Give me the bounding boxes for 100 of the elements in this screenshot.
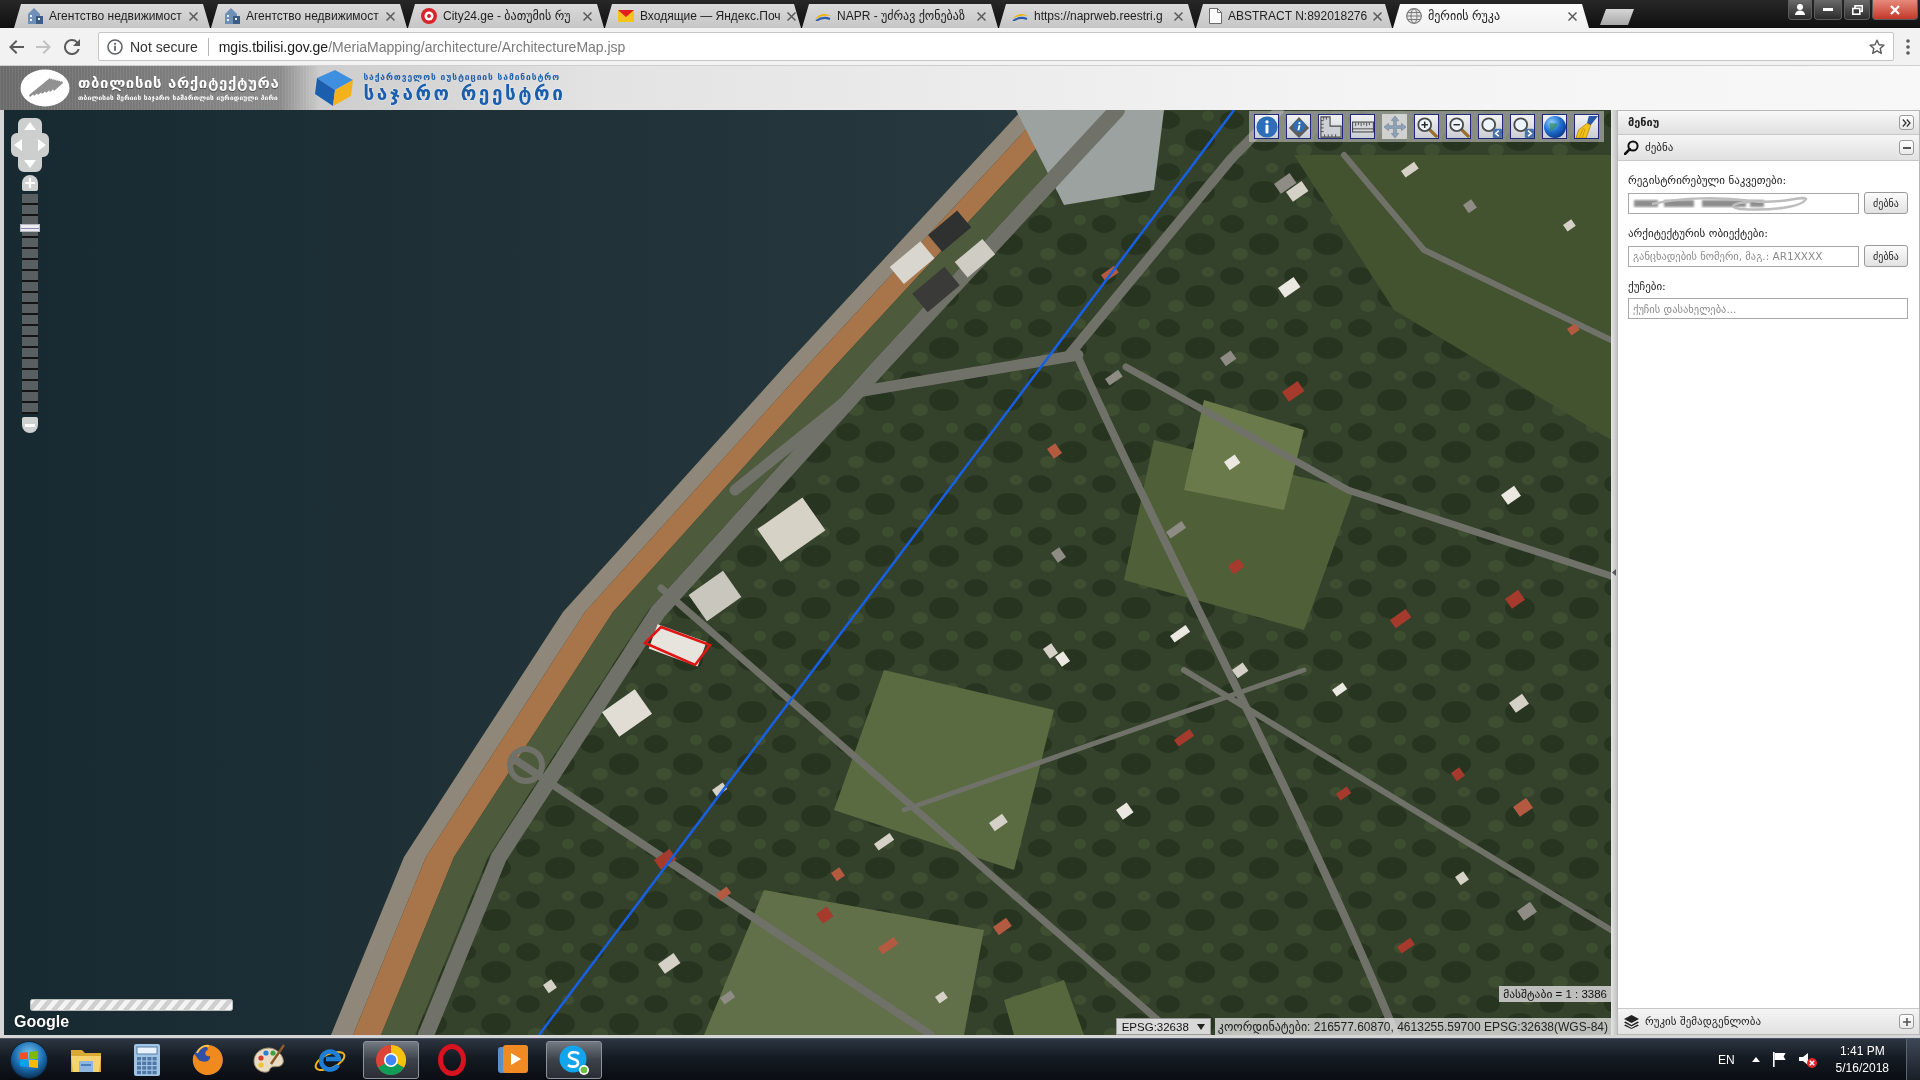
back-icon[interactable] xyxy=(8,38,24,55)
language-indicator[interactable]: EN xyxy=(1717,1052,1735,1067)
building xyxy=(935,991,948,1004)
brush-icon xyxy=(1575,115,1598,138)
map-tool-button[interactable] xyxy=(1254,114,1279,139)
map-tool-button[interactable] xyxy=(1318,114,1343,139)
restore-icon xyxy=(1851,4,1863,15)
menu-icon[interactable] xyxy=(1906,38,1910,55)
show-desktop-button[interactable] xyxy=(1906,1039,1920,1080)
caret-icon xyxy=(1196,1023,1205,1030)
zoom-slider-thumb[interactable] xyxy=(20,223,40,232)
close-icon[interactable] xyxy=(1568,11,1577,21)
registry-ministry-text: საქართველოს იუსტიციის სამინისტრო xyxy=(363,72,562,82)
browser-tab[interactable]: ABSTRACT N:892018276 xyxy=(1196,4,1392,28)
building xyxy=(1232,662,1249,679)
building xyxy=(874,833,895,851)
section-toggle-button[interactable] xyxy=(1899,140,1914,155)
map-scale-label: მასშტაბი = 1 : 3386 xyxy=(1499,986,1611,1002)
zoom-out-button[interactable] xyxy=(22,417,38,433)
search-button[interactable]: ძებნა xyxy=(1864,245,1908,267)
close-icon[interactable] xyxy=(386,11,395,21)
minimize-icon xyxy=(1823,8,1833,11)
field-label: რეგისტრირებული ნაკვეთები: xyxy=(1628,174,1788,187)
zoom-slider[interactable] xyxy=(20,194,40,414)
close-icon[interactable] xyxy=(1373,11,1383,21)
close-icon[interactable] xyxy=(1174,11,1183,21)
map-tool-button[interactable] xyxy=(1510,114,1535,139)
building xyxy=(1505,589,1525,609)
collapse-panel-button[interactable] xyxy=(1899,115,1914,130)
building xyxy=(543,979,557,994)
map-tool-button[interactable] xyxy=(1542,114,1567,139)
address-bar[interactable]: Not secure mgis.tbilisi.gov.ge/MeriaMapping/architecture/ArchitectureMap.jsp xyxy=(98,32,1894,61)
fox-globe-icon xyxy=(192,1043,224,1076)
browser-tab[interactable]: Агентство недвижимост xyxy=(14,4,210,28)
building xyxy=(1397,937,1415,954)
zoom-out-icon xyxy=(1447,115,1470,138)
building xyxy=(712,782,728,797)
browser-tab[interactable]: https://naprweb.reestri.g xyxy=(999,4,1195,28)
browser-tab[interactable]: NAPR - უძრავ ქონებაზ xyxy=(802,4,998,28)
map-attribution: Google xyxy=(14,1013,70,1031)
building-icon xyxy=(27,8,43,24)
search-button[interactable]: ძებნა xyxy=(1864,192,1908,214)
taskbar-button[interactable] xyxy=(363,1040,419,1079)
maximize-button[interactable] xyxy=(1844,0,1870,20)
browser-tab[interactable]: City24.ge - ბათუმის რუ xyxy=(408,4,604,28)
browser-tab[interactable]: Агентство недвижимост xyxy=(211,4,407,28)
bookmark-star-icon[interactable] xyxy=(1869,38,1885,55)
minimize-button[interactable] xyxy=(1814,0,1842,20)
zoom-in-button[interactable] xyxy=(22,175,38,191)
close-icon[interactable] xyxy=(977,11,986,21)
building xyxy=(1116,802,1134,820)
map-tool-button[interactable] xyxy=(1574,114,1599,139)
flag-icon[interactable] xyxy=(1772,1052,1786,1067)
browser-tab[interactable]: Входящие — Яндекс.Поч xyxy=(605,4,801,28)
search-input[interactable]: ქუჩის დასახელება... xyxy=(1628,298,1908,319)
reload-icon[interactable] xyxy=(64,38,80,55)
close-icon[interactable] xyxy=(189,11,198,21)
section-toggle-button[interactable] xyxy=(1899,1014,1914,1029)
pan-control[interactable] xyxy=(11,118,49,172)
building xyxy=(1451,767,1465,782)
close-button[interactable] xyxy=(1872,0,1918,20)
info-icon xyxy=(107,38,123,55)
user-button[interactable] xyxy=(1788,0,1812,20)
globe-icon xyxy=(1406,8,1422,24)
palette-icon xyxy=(253,1043,285,1076)
search-input[interactable]: განცხადების ნომერი, მაგ.: AR1XXXX xyxy=(1628,245,1859,267)
scale-bar-icon xyxy=(30,999,233,1011)
map-tool-button[interactable] xyxy=(1414,114,1439,139)
url-text: mgis.tbilisi.gov.ge/MeriaMapping/architecture/ArchitectureMap.jsp xyxy=(218,38,627,55)
clock-time[interactable]: 1:41 PM xyxy=(1839,1042,1885,1060)
building-icon xyxy=(224,8,240,24)
building xyxy=(1336,786,1352,801)
field-label: არქიტექტურის ობიექტები: xyxy=(1628,227,1769,240)
cube-emblem-icon xyxy=(313,68,356,108)
map-tool-button[interactable] xyxy=(1286,114,1311,139)
clock-date[interactable]: 5/16/2018 xyxy=(1835,1059,1889,1077)
minus-icon xyxy=(25,423,35,427)
projection-select[interactable]: EPSG:32638 xyxy=(1115,1018,1211,1035)
taskbar-button[interactable] xyxy=(546,1040,602,1079)
close-icon[interactable] xyxy=(786,11,796,21)
speaker-icon[interactable] xyxy=(1798,1051,1817,1068)
logo-title: თბილისის არქიტექტურა xyxy=(78,74,280,92)
building xyxy=(1563,219,1576,232)
registry-name-text: საჯარო რეესტრი xyxy=(363,83,566,104)
field-label: ქუჩები: xyxy=(1628,280,1667,293)
calculator-icon xyxy=(134,1043,160,1076)
new-tab-button[interactable] xyxy=(1600,9,1634,25)
close-icon[interactable] xyxy=(583,11,592,21)
building xyxy=(654,849,677,870)
play-icon xyxy=(498,1044,528,1075)
roundabout xyxy=(507,746,545,784)
info-icon xyxy=(1255,115,1278,138)
map-tool-button[interactable] xyxy=(1350,114,1375,139)
map-tool-button[interactable] xyxy=(1446,114,1471,139)
browser-tab[interactable]: მერიის რუკა xyxy=(1393,4,1589,28)
emblem-icon xyxy=(20,69,70,107)
caret-up-icon[interactable] xyxy=(1751,1057,1760,1062)
building xyxy=(716,886,732,901)
map-tool-button[interactable] xyxy=(1478,114,1503,139)
color-wheel-icon xyxy=(375,1043,407,1076)
